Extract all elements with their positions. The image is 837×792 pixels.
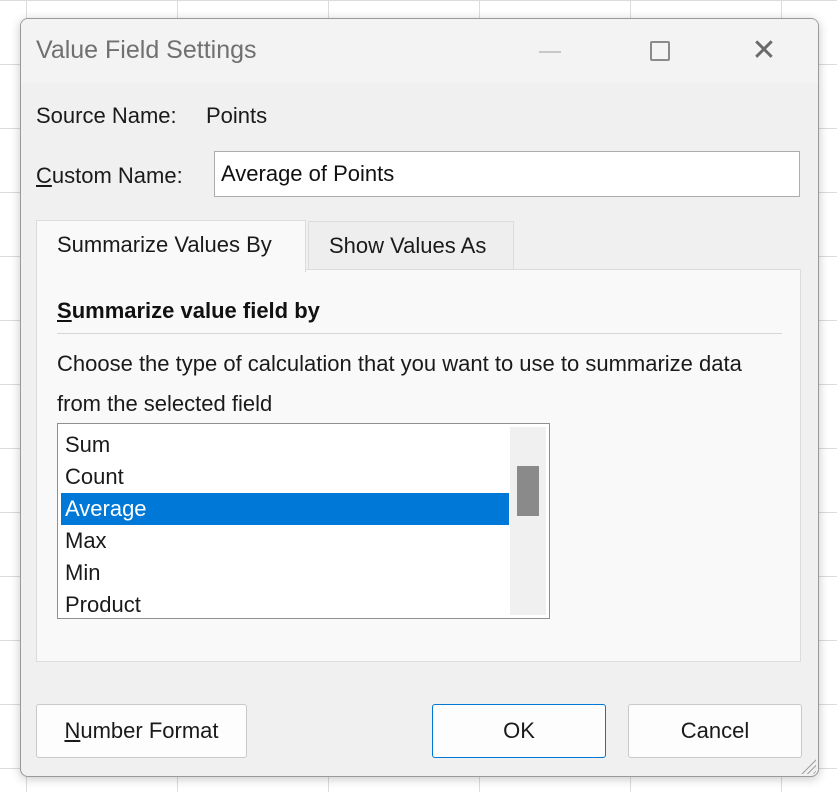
value-field-settings-dialog: Value Field Settings ✕ Source Name: Poin… — [20, 18, 819, 777]
dialog-title: Value Field Settings — [36, 36, 257, 64]
section-title: Summarize value field by — [57, 298, 320, 323]
title-bar[interactable]: Value Field Settings ✕ — [21, 19, 818, 83]
scrollbar-thumb[interactable] — [517, 466, 539, 516]
list-item-sum[interactable]: Sum — [61, 429, 509, 461]
number-format-button[interactable]: Number Format — [36, 704, 247, 758]
close-icon[interactable]: ✕ — [746, 34, 782, 70]
source-name-value: Points — [206, 103, 268, 128]
summarize-panel: Summarize value field by Choose the type… — [36, 269, 801, 662]
calculation-listbox[interactable]: Sum Count Average Max Min Product — [57, 423, 550, 619]
maximize-icon[interactable] — [641, 34, 677, 70]
description-text: Choose the type of calculation that you … — [57, 351, 742, 416]
section-divider — [57, 333, 782, 334]
tab-show-values-as[interactable]: Show Values As — [308, 221, 514, 269]
resize-grip-icon[interactable] — [798, 756, 816, 774]
list-item-count[interactable]: Count — [61, 461, 509, 493]
list-item-average[interactable]: Average — [61, 493, 509, 525]
custom-name-label: Custom Name: — [36, 163, 183, 188]
cancel-button[interactable]: Cancel — [628, 704, 802, 758]
minimize-icon[interactable] — [531, 34, 567, 70]
source-name-label: Source Name: — [36, 103, 177, 128]
list-item-min[interactable]: Min — [61, 557, 509, 589]
custom-name-input[interactable] — [214, 151, 800, 197]
list-item-max[interactable]: Max — [61, 525, 509, 557]
ok-button[interactable]: OK — [432, 704, 606, 758]
tab-summarize-values-by[interactable]: Summarize Values By — [36, 220, 306, 272]
list-item-product[interactable]: Product — [61, 589, 509, 618]
list-scrollbar[interactable] — [510, 427, 546, 615]
